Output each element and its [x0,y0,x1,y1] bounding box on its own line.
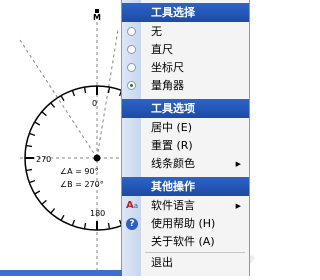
protractor-tick [29,179,36,184]
menu-item-help[interactable]: ? 使用帮助 (H) [122,215,249,233]
radio-coordinate-ruler-icon [127,63,136,72]
menu-item-center-label: 居中 (E) [151,121,193,134]
protractor-tick [29,132,36,137]
language-icon: Aa [125,200,139,211]
protractor-tick [34,121,41,126]
protractor-tick [41,111,47,117]
menu-item-help-label: 使用帮助 (H) [151,217,216,230]
submenu-arrow-icon: ▶ [235,160,241,168]
radio-ruler-icon [127,45,136,54]
menu-header-other: 其他操作 [122,177,249,196]
point-m-label: M [93,13,101,22]
menu-item-line-color[interactable]: 线条颜色 ▶ [122,155,249,173]
radio-protractor-selected-icon [127,81,136,90]
context-menu: 工具选择 无 直尺 坐标尺 量角器 工具选项 居中 (E) 重置 (R) 线条颜… [121,0,250,276]
protractor-tick [71,219,76,226]
protractor-tick [107,222,111,230]
menu-item-about[interactable]: 关于软件 (A) [122,233,249,251]
menu-item-protractor[interactable]: 量角器 [122,77,249,95]
protractor-tick [83,222,87,230]
menu-item-ruler-label: 直尺 [151,43,173,56]
degree-270-label: 270 [36,155,51,164]
menu-item-ruler[interactable]: 直尺 [122,41,249,59]
angle-a-label: ∠A = 90° [60,167,99,176]
menu-item-language[interactable]: Aa 软件语言 ▶ [122,197,249,215]
menu-item-about-label: 关于软件 (A) [151,235,215,248]
menu-separator [145,252,245,253]
protractor-tick [41,199,47,205]
submenu-arrow-icon-2: ▶ [235,202,241,210]
degree-0-label: 0 [92,99,97,108]
protractor-tick [107,86,111,94]
protractor-tick [83,86,87,94]
menu-item-exit-label: 退出 [151,256,173,269]
protractor-tick [60,214,65,221]
menu-header-tool-options: 工具选项 [122,99,249,118]
menu-header-tool-select: 工具选择 [122,3,249,22]
protractor-tick [25,168,33,172]
protractor-tick [50,102,56,108]
taskbar [0,270,122,276]
protractor-tick [34,190,41,195]
diagonal-guide-line [19,39,98,159]
protractor-tick [60,95,65,102]
menu-item-language-label: 软件语言 [151,199,195,212]
menu-item-protractor-label: 量角器 [151,79,184,92]
center-point[interactable] [93,154,101,162]
protractor-tick [71,90,76,97]
menu-item-exit[interactable]: 退出 [122,254,249,272]
menu-item-coordinate-ruler[interactable]: 坐标尺 [122,59,249,77]
menu-item-coordinate-ruler-label: 坐标尺 [151,61,184,74]
radio-none-icon [127,27,136,36]
help-icon: ? [125,217,139,231]
menu-item-none-label: 无 [151,25,162,38]
angle-b-label: ∠B = 270° [60,180,104,189]
menu-item-center[interactable]: 居中 (E) [122,119,249,137]
degree-180-label: 180 [90,209,105,218]
protractor-tick [50,208,56,214]
menu-item-line-color-label: 线条颜色 [151,157,195,170]
protractor-tick [25,144,33,148]
menu-item-none[interactable]: 无 [122,23,249,41]
diagonal-guide-line-2 [96,29,119,159]
menu-item-reset[interactable]: 重置 (R) [122,137,249,155]
menu-item-reset-label: 重置 (R) [151,139,193,152]
